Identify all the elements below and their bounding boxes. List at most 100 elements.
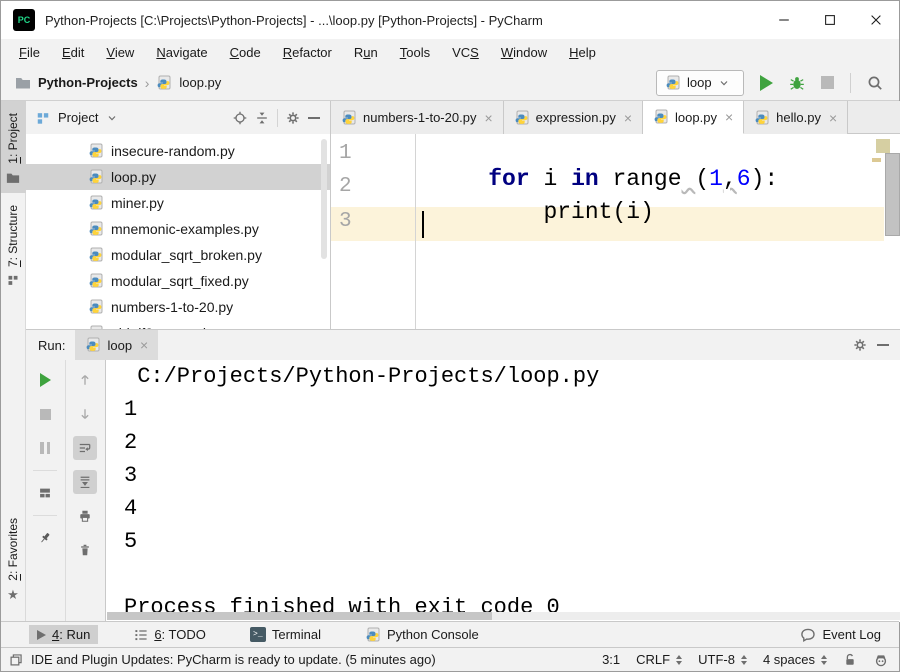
project-panel-title[interactable]: Project	[58, 110, 98, 125]
editor-tab[interactable]: numbers-1-to-20.py ×	[331, 101, 504, 134]
code-line-2: print(i)	[433, 173, 654, 251]
close-tab-icon[interactable]: ×	[624, 110, 632, 126]
breadcrumb: Python-Projects › loop.py	[1, 75, 221, 91]
console-output-line: 3	[107, 459, 900, 492]
locate-file-button[interactable]	[233, 111, 247, 125]
restore-layout-button[interactable]	[33, 481, 57, 505]
tree-item[interactable]: numbers-1-to-20.py	[26, 294, 330, 320]
editor-tab[interactable]: expression.py ×	[504, 101, 643, 134]
menu-run[interactable]: Run	[344, 42, 388, 63]
close-tab-icon[interactable]: ×	[140, 337, 148, 353]
editor-tab[interactable]: hello.py ×	[744, 101, 848, 134]
line-number: 2	[339, 175, 369, 198]
run-configuration-select[interactable]: loop	[656, 70, 744, 96]
menu-edit[interactable]: Edit	[52, 42, 94, 63]
sidebar-item-structure[interactable]: 7: Structure	[1, 193, 26, 294]
status-message[interactable]: IDE and Plugin Updates: PyCharm is ready…	[31, 652, 436, 667]
search-everywhere-button[interactable]	[867, 75, 883, 91]
sidebar-item-project[interactable]: 1: Project	[1, 101, 26, 193]
editor-tab-active[interactable]: loop.py ×	[643, 101, 744, 134]
tree-item[interactable]: modular_sqrt_broken.py	[26, 242, 330, 268]
console-blank-line	[107, 558, 900, 591]
text-caret	[422, 211, 424, 238]
editor-vertical-scrollbar[interactable]	[885, 153, 900, 236]
run-console-output[interactable]: C:/Projects/Python-Projects/loop.py 1 2 …	[107, 360, 900, 622]
hide-panel-button[interactable]	[877, 344, 889, 346]
soft-wrap-button[interactable]	[73, 436, 97, 460]
toolbar-separator	[33, 470, 57, 471]
folder-icon	[15, 75, 31, 91]
todo-list-icon	[134, 628, 148, 642]
console-path-link[interactable]: C:/Projects/Python-Projects/loop.py	[107, 360, 900, 393]
main-toolbar: Python-Projects › loop.py loop	[1, 65, 899, 101]
scroll-up-button[interactable]	[73, 368, 97, 392]
rerun-button[interactable]	[33, 368, 57, 392]
hide-panel-button[interactable]	[308, 117, 320, 119]
console-output-line: 4	[107, 492, 900, 525]
menu-navigate[interactable]: Navigate	[146, 42, 217, 63]
python-file-icon	[341, 110, 357, 126]
window-stack-icon[interactable]	[9, 653, 23, 667]
tree-item[interactable]: miner.py	[26, 190, 330, 216]
event-log-button[interactable]: Event Log	[792, 625, 887, 645]
close-tab-icon[interactable]: ×	[725, 109, 733, 125]
pause-output-button[interactable]	[33, 436, 57, 460]
minimize-button[interactable]	[761, 1, 807, 39]
maximize-button[interactable]	[807, 1, 853, 39]
tree-item[interactable]: mnemonic-examples.py	[26, 216, 330, 242]
project-tree: insecure-random.py loop.py miner.py mnem…	[26, 134, 330, 329]
run-console-tab[interactable]: loop ×	[75, 330, 158, 360]
stop-process-button[interactable]	[33, 402, 57, 426]
scroll-down-button[interactable]	[73, 402, 97, 426]
terminal-icon: >_	[250, 627, 266, 642]
close-tab-icon[interactable]: ×	[484, 110, 492, 126]
toolwindow-terminal-button[interactable]: >_ Terminal	[242, 625, 329, 644]
encoding-select[interactable]: UTF-8	[698, 652, 747, 667]
menu-help[interactable]: Help	[559, 42, 606, 63]
tree-item-selected[interactable]: loop.py	[26, 164, 330, 190]
console-horizontal-scrollbar[interactable]	[107, 612, 900, 620]
toolwindow-todo-button[interactable]: 6: TODO	[126, 625, 214, 644]
python-file-icon	[88, 221, 104, 237]
python-file-icon	[653, 109, 669, 125]
toolwindow-python-console-button[interactable]: Python Console	[357, 625, 487, 645]
menu-refactor[interactable]: Refactor	[273, 42, 342, 63]
collapse-all-button[interactable]	[255, 111, 269, 125]
breadcrumb-file[interactable]: loop.py	[179, 75, 221, 90]
tree-item[interactable]: insecure-random.py	[26, 138, 330, 164]
chevron-down-icon[interactable]	[106, 112, 118, 124]
menu-tools[interactable]: Tools	[390, 42, 440, 63]
lock-open-icon[interactable]	[843, 653, 857, 667]
menu-file[interactable]: File	[9, 42, 50, 63]
menu-view[interactable]: View	[96, 42, 144, 63]
settings-gear-button[interactable]	[286, 111, 300, 125]
inspection-status-square[interactable]	[876, 139, 890, 153]
tree-item[interactable]: modular_sqrt_fixed.py	[26, 268, 330, 294]
project-tree-scrollbar[interactable]	[321, 139, 327, 259]
pin-tab-button[interactable]	[33, 526, 57, 550]
menu-window[interactable]: Window	[491, 42, 557, 63]
print-button[interactable]	[73, 504, 97, 528]
toolwindow-run-button[interactable]: 4: Run	[29, 625, 98, 644]
inspections-hector-icon[interactable]	[873, 652, 889, 668]
warning-stripe-mark[interactable]	[872, 158, 881, 162]
stop-button[interactable]	[821, 76, 834, 89]
settings-gear-button[interactable]	[853, 338, 867, 352]
debug-button[interactable]	[789, 75, 805, 91]
caret-position[interactable]: 3:1	[602, 652, 620, 667]
tree-item[interactable]: pbkdf2_example.py	[26, 320, 330, 329]
indent-select[interactable]: 4 spaces	[763, 652, 827, 667]
clear-all-button[interactable]	[73, 538, 97, 562]
event-log-label: Event Log	[822, 627, 881, 642]
breadcrumb-project[interactable]: Python-Projects	[38, 75, 138, 90]
scroll-to-end-button[interactable]	[73, 470, 97, 494]
run-button[interactable]	[760, 75, 773, 91]
close-button[interactable]	[853, 1, 899, 39]
menu-vcs[interactable]: VCS	[442, 42, 489, 63]
tool-window-stripe-left: 1: Project 7: Structure 2: Favorites ★	[1, 101, 26, 621]
close-tab-icon[interactable]: ×	[829, 110, 837, 126]
code-editor[interactable]: 1 2 3 for i in range (1,6): print(i)	[331, 134, 900, 329]
sidebar-item-favorites[interactable]: 2: Favorites ★	[1, 506, 26, 611]
line-ending-select[interactable]: CRLF	[636, 652, 682, 667]
menu-code[interactable]: Code	[220, 42, 271, 63]
